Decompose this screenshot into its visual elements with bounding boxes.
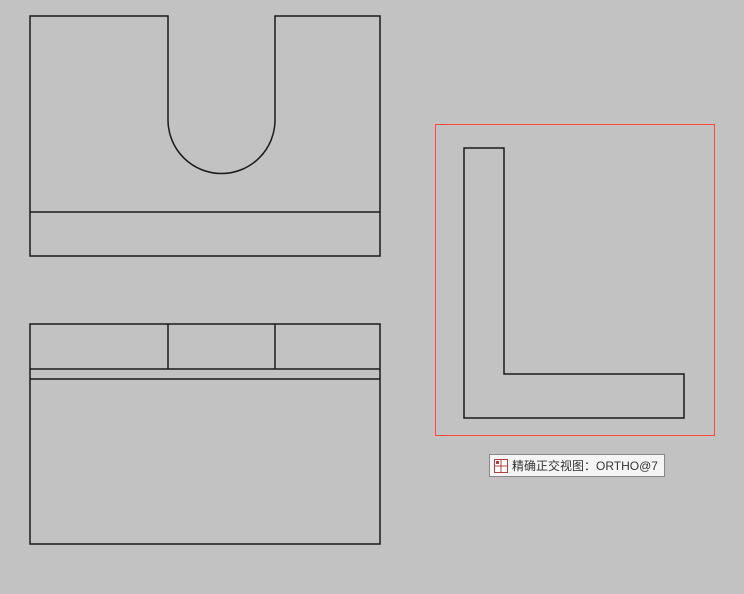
cad-canvas[interactable] [0, 0, 744, 594]
front-view[interactable] [30, 16, 380, 256]
ortho-view-icon [494, 459, 508, 473]
front-view-outline [30, 16, 380, 256]
top-view-outline [30, 324, 380, 544]
top-view[interactable] [30, 324, 380, 544]
side-view[interactable] [464, 148, 684, 418]
tooltip-label: 精确正交视图：ORTHO@7 [512, 457, 658, 474]
view-tooltip: 精确正交视图：ORTHO@7 [489, 454, 665, 477]
side-view-outline [464, 148, 684, 418]
